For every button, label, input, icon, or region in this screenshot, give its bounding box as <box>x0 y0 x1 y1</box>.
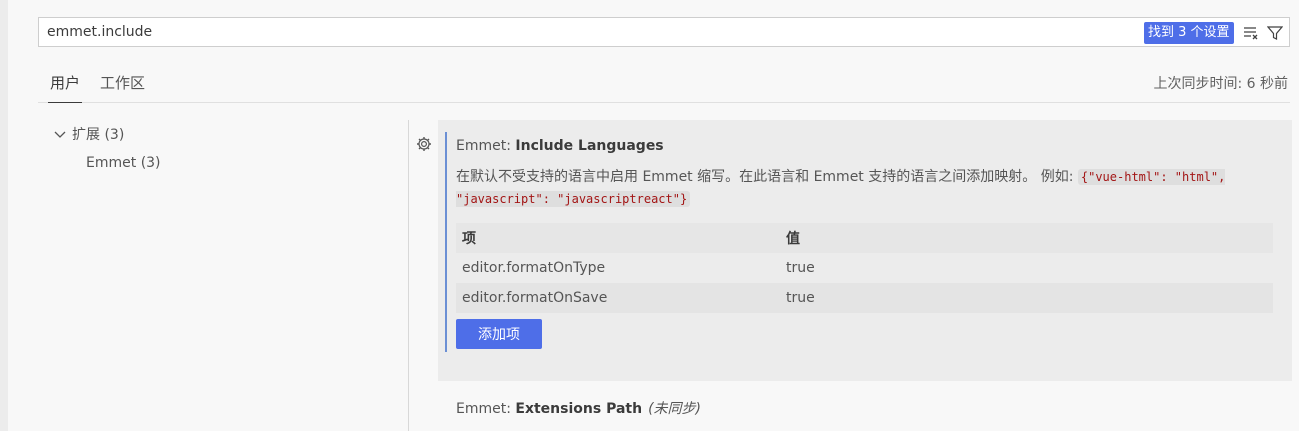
column-header-item: 项 <box>456 223 780 253</box>
setting-description: 在默认不受支持的语言中启用 Emmet 缩写。在此语言和 Emmet 支持的语言… <box>456 166 1276 210</box>
tab-workspace[interactable]: 工作区 <box>100 72 145 102</box>
row-value: true <box>786 260 815 276</box>
pane-divider[interactable] <box>408 120 409 431</box>
setting-name: Include Languages <box>515 138 664 154</box>
result-count-badge: 找到 3 个设置 <box>1144 22 1234 44</box>
toc-item-count: (3) <box>140 155 161 171</box>
activity-strip <box>0 0 8 431</box>
column-header-value: 值 <box>780 223 1273 253</box>
setting-category: Emmet: <box>456 401 516 417</box>
setting-category: Emmet: <box>456 138 516 154</box>
row-value: true <box>780 283 1273 313</box>
search-input-value[interactable]: emmet.include <box>47 24 152 40</box>
toc-item-count: (3) <box>104 127 125 143</box>
tab-user[interactable]: 用户 <box>48 72 83 103</box>
toc-item-emmet[interactable]: Emmet (3) <box>52 152 161 180</box>
sync-status: 上次同步时间: 6 秒前 <box>1153 76 1288 92</box>
clear-filter-icon[interactable] <box>1243 25 1259 41</box>
toc-item-extensions[interactable]: 扩展 (3) <box>52 124 161 152</box>
row-key: editor.formatOnType <box>462 260 606 276</box>
gear-icon[interactable] <box>415 135 433 153</box>
setting-title: Emmet: Include Languages <box>456 138 664 154</box>
settings-toc: 扩展 (3) Emmet (3) <box>52 124 161 180</box>
cropped-description <box>456 426 1266 431</box>
filter-icon[interactable] <box>1267 25 1283 41</box>
setting-name: Extensions Path <box>515 401 643 417</box>
row-key: editor.formatOnSave <box>456 283 780 313</box>
description-text: 在默认不受支持的语言中启用 Emmet 缩写。在此语言和 Emmet 支持的语言… <box>456 169 1078 185</box>
chevron-down-icon[interactable] <box>52 126 68 142</box>
key-value-table: 项 值 editor.formatOnType true editor.form… <box>456 223 1273 313</box>
focus-indicator <box>445 132 447 352</box>
not-synced-label: (未同步) <box>648 401 701 417</box>
table-header-row: 项 值 <box>456 223 1273 253</box>
toc-item-label: 扩展 <box>72 127 100 143</box>
add-item-button[interactable]: 添加项 <box>456 319 542 349</box>
table-row[interactable]: editor.formatOnType true <box>456 253 1273 283</box>
settings-scope-tabs: 用户 工作区 上次同步时间: 6 秒前 <box>38 62 1290 103</box>
table-row[interactable]: editor.formatOnSave true <box>456 283 1273 313</box>
search-settings-input[interactable]: emmet.include 找到 3 个设置 <box>38 17 1290 47</box>
toc-item-label: Emmet <box>86 155 137 171</box>
setting-title-extensions-path: Emmet: Extensions Path (未同步) <box>456 398 701 418</box>
